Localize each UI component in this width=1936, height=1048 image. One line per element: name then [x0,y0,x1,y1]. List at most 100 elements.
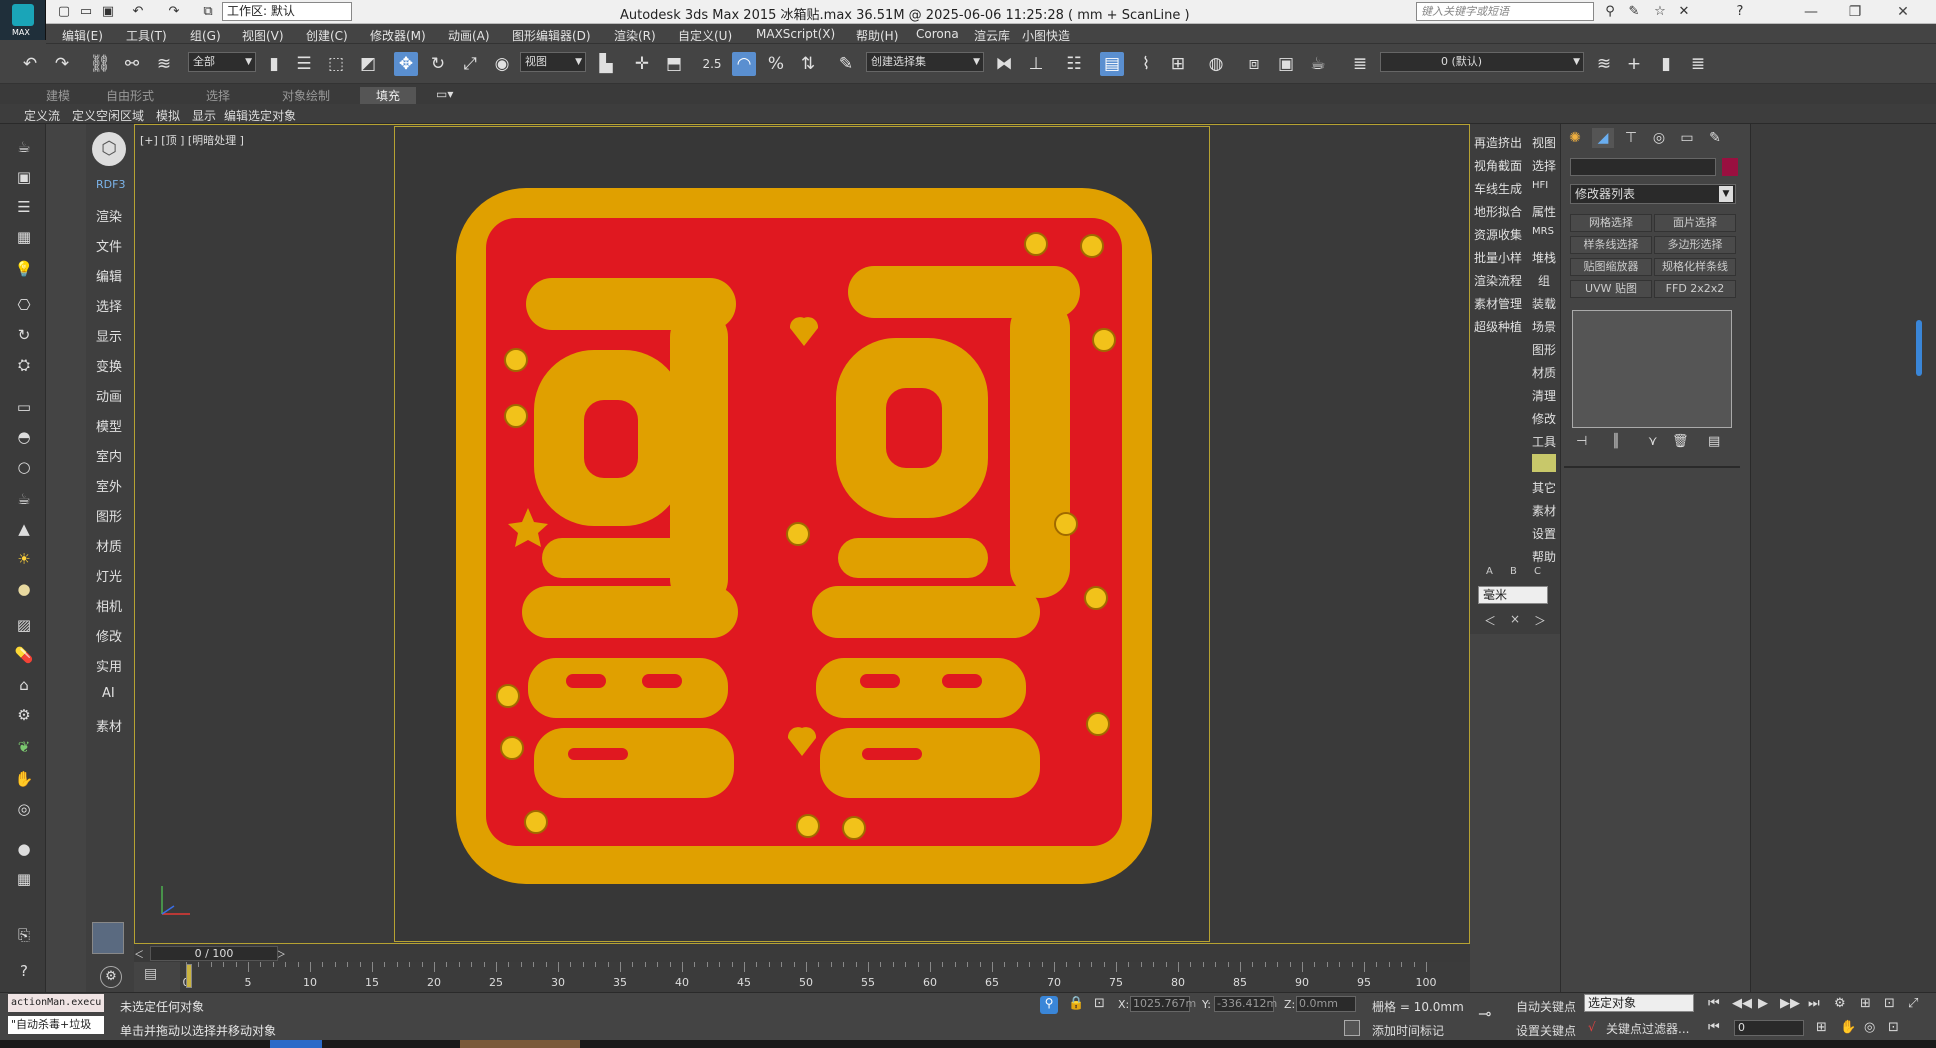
select-move-icon[interactable]: ✥ [394,52,418,76]
menu-display[interactable]: 显示 [96,326,122,345]
rmenu-assets[interactable]: 素材管理 [1474,295,1522,312]
rmenu-clean[interactable]: 清理 [1532,387,1556,404]
redo-icon[interactable]: ↷ [166,4,182,20]
dome-icon[interactable]: ◓ [13,426,35,448]
place-icon[interactable]: ◉ [490,52,514,76]
hierarchy-tab-icon[interactable]: ⊤ [1620,128,1642,148]
teapot-2-icon[interactable]: ☕ [13,488,35,510]
key-mode-toggle-icon[interactable]: ⏮ [1708,1020,1720,1035]
display-button[interactable]: 显示 [192,107,216,124]
define-flows-button[interactable]: 定义流 [24,107,60,124]
units-dropdown[interactable]: 毫米 [1478,586,1548,604]
search-input[interactable]: 键入关键字或短语 [1416,2,1594,21]
playhead[interactable] [186,964,192,988]
key-filters-button[interactable]: 关键点过滤器... [1606,1020,1689,1037]
menu-views[interactable]: 视图(V) [242,27,284,44]
save-icon[interactable]: ▣ [100,4,116,20]
rmenu-section[interactable]: 视角截面 [1474,157,1522,174]
set-key-button[interactable]: 设置关键点 [1516,1022,1576,1039]
maxscript-input-line[interactable]: "自动杀毒+垃圾 [8,1016,104,1034]
go-to-end-icon[interactable]: ⏭ [1808,996,1820,1011]
cone-icon[interactable]: ▲ [13,518,35,540]
object-color-swatch[interactable] [1722,158,1738,176]
menu-model[interactable]: 模型 [96,416,122,435]
menu-create[interactable]: 创建(C) [306,27,348,44]
menu-file[interactable]: 文件 [96,236,122,255]
key-selection-dropdown[interactable]: 选定对象 [1584,994,1694,1012]
switch-a[interactable]: A [1486,566,1493,577]
rmenu-load[interactable]: 装载 [1532,295,1556,312]
remove-modifier-icon[interactable]: 🗑 [1672,434,1689,449]
rmenu-mrs[interactable]: MRS [1532,226,1554,237]
percent-snap-icon[interactable]: % [764,52,788,76]
menu-interior[interactable]: 室内 [96,446,122,465]
project-folder-icon[interactable]: ⧉ [200,4,216,20]
edit-selected-button[interactable]: 编辑选定对象 [224,107,296,124]
layers-icon[interactable]: ≣ [1348,52,1372,76]
film-icon[interactable]: ⛭ [13,354,35,376]
time-slider[interactable]: ＜ ＞ [134,944,1470,962]
select-scale-icon[interactable]: ⤢ [458,52,482,76]
rmenu-group[interactable]: 组 [1538,272,1550,289]
window-crossing-icon[interactable]: ◩ [356,52,380,76]
menu-graph-editors[interactable]: 图形编辑器(D) [512,27,591,44]
menu-modify[interactable]: 修改 [96,626,122,645]
rmenu-modify[interactable]: 修改 [1532,410,1556,427]
workspace-dropdown[interactable]: 工作区: 默认 [222,2,352,21]
rmenu-extrude[interactable]: 再造挤出 [1474,134,1522,151]
taskbar-app[interactable] [460,1040,580,1048]
rmenu-shapes[interactable]: 图形 [1532,341,1556,358]
undo-icon[interactable]: ↶ [130,4,146,20]
zoom-extents-icon[interactable]: ⊞ [1860,996,1871,1011]
lock-icon[interactable]: 🔒 [1068,996,1084,1011]
tab-object-paint[interactable]: 对象绘制 [282,87,330,104]
maxscript-listener-line[interactable]: actionMan.execu [8,994,104,1012]
viewcube-icon[interactable]: ⬡ [92,132,126,166]
tab-freeform[interactable]: 自由形式 [106,87,154,104]
curve-editor-icon[interactable]: ⌇ [1134,52,1158,76]
menu-transform[interactable]: 变换 [96,356,122,375]
app-logo[interactable]: MAX [0,0,46,40]
rmenu-select[interactable]: 选择 [1532,157,1556,174]
arrow-left-icon[interactable]: ＜ [1484,612,1496,629]
star-icon[interactable]: ☆ [1652,4,1668,20]
zoom-all-icon[interactable]: ⊡ [1884,996,1895,1011]
menu-tools[interactable]: 工具(T) [126,27,167,44]
teapot-icon[interactable]: ☕ [13,136,35,158]
menu-edit[interactable]: 编辑(E) [62,27,103,44]
menu-edit-plugin[interactable]: 编辑 [96,266,122,285]
menu-corona[interactable]: Corona [916,27,959,41]
show-end-result-icon[interactable]: ║ [1612,434,1620,449]
layer-manager-icon[interactable]: ☷ [1062,52,1086,76]
menu-shapes[interactable]: 图形 [96,506,122,525]
clipboard-icon[interactable]: ⎘ [13,924,35,946]
patch-select-button[interactable]: 面片选择 [1654,214,1736,232]
mirror-icon[interactable]: ⧓ [992,52,1016,76]
create-tab-icon[interactable]: ✺ [1564,128,1586,148]
image-icon[interactable]: ▣ [13,166,35,188]
map-scaler-button[interactable]: 贴图缩放器 [1570,258,1652,276]
rmenu-hfi[interactable]: HFI [1532,180,1548,191]
panel-scrollbar[interactable] [1916,320,1922,376]
orbit-icon[interactable]: ◎ [1864,1020,1875,1035]
render-setup-icon[interactable]: ⧈ [1242,52,1266,76]
viewport-label[interactable]: [+] [顶 ] [明暗处理 ] [140,132,244,148]
modifier-list-dropdown[interactable]: 修改器列表 ▼ [1570,184,1736,204]
named-selection-dropdown[interactable]: 创建选择集 ▼ [866,52,984,72]
y-coord-field[interactable]: -336.412m [1214,996,1277,1012]
rmenu-props[interactable]: 属性 [1532,203,1556,220]
selection-filter-dropdown[interactable]: 全部 ▼ [188,52,256,72]
arrow-right-icon[interactable]: ＞ [1534,612,1546,629]
scene-explorer-icon[interactable]: ▤ [1100,52,1124,76]
current-frame-field[interactable]: 0 [1734,1020,1804,1036]
tab-populate[interactable]: 填充 [360,87,417,104]
rmenu-view[interactable]: 视图 [1532,134,1556,151]
spline-select-button[interactable]: 样条线选择 [1570,236,1652,254]
snap-toggle-icon[interactable]: 2.5 [700,52,724,76]
motion-tab-icon[interactable]: ◎ [1648,128,1670,148]
file-list-icon[interactable]: ☰ [13,196,35,218]
open-file-icon[interactable]: ▭ [78,4,94,20]
poly-select-button[interactable]: 多边形选择 [1654,236,1736,254]
sun-icon[interactable]: ☀ [13,548,35,570]
schematic-view-icon[interactable]: ⊞ [1166,52,1190,76]
